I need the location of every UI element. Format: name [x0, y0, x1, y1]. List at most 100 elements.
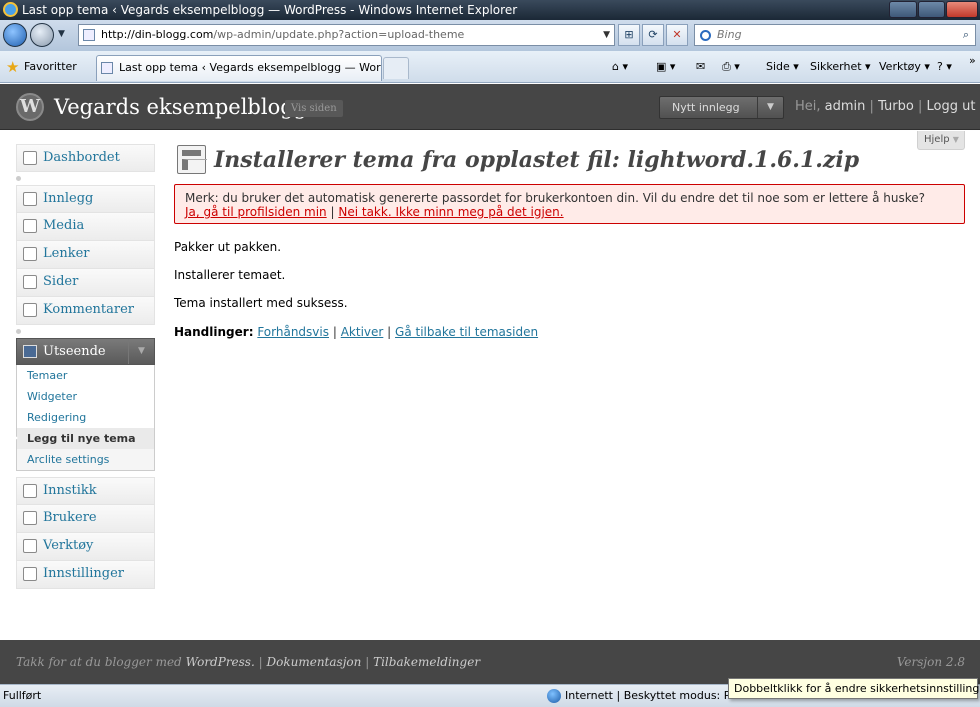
- menu-item-plugins[interactable]: Innstikk: [16, 477, 155, 505]
- activate-link[interactable]: Aktiver: [341, 325, 384, 339]
- maximize-button[interactable]: [918, 1, 945, 18]
- actions-separator: |: [387, 325, 392, 339]
- help-label: Hjelp: [924, 134, 950, 145]
- tools-icon: [23, 539, 37, 553]
- menu-label: Lenker: [43, 246, 90, 261]
- preview-link[interactable]: Forhåndsvis: [257, 325, 329, 339]
- media-icon: [23, 219, 37, 233]
- greeting: Hei,: [795, 99, 821, 114]
- admin-menu: Dashbordet Innlegg Media Lenker Sider Ko…: [13, 144, 155, 589]
- page-menu[interactable]: Side ▾: [766, 58, 799, 76]
- menu-item-settings[interactable]: Innstillinger: [16, 561, 155, 589]
- menu-label: Innstikk: [43, 483, 97, 498]
- favorites-button[interactable]: ★ Favoritter: [4, 57, 77, 77]
- status-tooltip: Dobbeltklikk for å endre sikkerhetsinnst…: [728, 678, 980, 699]
- search-icon[interactable]: ⌕: [963, 25, 969, 45]
- submenu-item-editor[interactable]: Redigering: [17, 407, 154, 428]
- tab-page-icon: [101, 62, 113, 74]
- submenu-item-add-new-theme[interactable]: Legg til nye tema: [13, 428, 154, 449]
- appearance-submenu: Temaer Widgeter Redigering Legg til nye …: [13, 365, 155, 471]
- new-post-dropdown-icon[interactable]: ▼: [757, 97, 783, 118]
- password-notice: Merk: du bruker det automatisk genererte…: [174, 184, 965, 224]
- search-field[interactable]: Bing ⌕: [694, 24, 976, 46]
- menu-item-links[interactable]: Lenker: [16, 241, 155, 269]
- print-icon[interactable]: ⎙ ▾: [722, 58, 740, 76]
- forward-button[interactable]: [30, 23, 54, 47]
- settings-icon: [23, 567, 37, 581]
- menu-item-dashboard[interactable]: Dashbordet: [16, 144, 155, 172]
- history-dropdown-icon[interactable]: ▼: [58, 29, 65, 39]
- footer-separator: |: [365, 655, 370, 669]
- plugins-icon: [23, 484, 37, 498]
- back-to-themes-link[interactable]: Gå tilbake til temasiden: [395, 325, 538, 339]
- actions-row: Handlinger: Forhåndsvis | Aktiver | Gå t…: [174, 324, 538, 340]
- menu-item-appearance[interactable]: Utseende ▼: [16, 338, 155, 365]
- new-tab-button[interactable]: [383, 57, 409, 79]
- footer-wordpress-link[interactable]: WordPress.: [186, 655, 255, 669]
- globe-icon: [547, 689, 561, 703]
- window-titlebar: Last opp tema ‹ Vegards eksempelblogg — …: [0, 0, 980, 20]
- footer-feedback-link[interactable]: Tilbakemeldinger: [373, 655, 480, 669]
- menu-item-pages[interactable]: Sider: [16, 269, 155, 297]
- submenu-item-themes[interactable]: Temaer: [17, 365, 154, 386]
- menu-item-users[interactable]: Brukere: [16, 505, 155, 533]
- page-title: Installerer tema fra opplastet fil: ligh…: [214, 147, 860, 173]
- tools-menu[interactable]: Verktøy ▾: [879, 58, 930, 76]
- home-icon[interactable]: ⌂ ▾: [612, 58, 628, 76]
- user-link[interactable]: admin: [825, 99, 866, 114]
- security-zone[interactable]: Internett | Beskyttet modus: På: [545, 685, 737, 707]
- progress-success: Tema installert med suksess.: [174, 296, 348, 310]
- comments-icon: [23, 303, 37, 317]
- safety-menu[interactable]: Sikkerhet ▾: [810, 58, 871, 76]
- user-nav-separator: |: [917, 99, 923, 114]
- submenu-toggle-icon[interactable]: ▼: [128, 339, 154, 364]
- pages-icon: [23, 275, 37, 289]
- mail-icon[interactable]: ✉: [696, 58, 705, 76]
- menu-separator: [16, 172, 155, 185]
- menu-item-comments[interactable]: Kommentarer: [16, 297, 155, 325]
- favorites-star-icon: ★: [6, 58, 20, 76]
- menu-label: Innlegg: [43, 191, 94, 206]
- minimize-button[interactable]: [889, 1, 917, 18]
- menu-item-media[interactable]: Media: [16, 213, 155, 241]
- visit-site-button[interactable]: Vis siden: [285, 100, 343, 117]
- notice-profile-link[interactable]: Ja, gå til profilsiden min: [185, 205, 327, 219]
- back-button[interactable]: [3, 23, 27, 47]
- appearance-page-icon: [177, 145, 207, 174]
- more-chevron-icon[interactable]: »: [969, 52, 976, 70]
- submenu-item-widgets[interactable]: Widgeter: [17, 386, 154, 407]
- turbo-link[interactable]: Turbo: [878, 99, 914, 114]
- appearance-icon: [23, 345, 37, 358]
- help-dropdown-icon: ▼: [952, 135, 959, 144]
- status-text: Fullført: [3, 689, 42, 702]
- help-menu-icon[interactable]: ? ▾: [937, 58, 952, 76]
- menu-item-tools[interactable]: Verktøy: [16, 533, 155, 561]
- compatibility-view-icon[interactable]: ⊞: [618, 24, 640, 46]
- feeds-icon[interactable]: ▣ ▾: [656, 58, 675, 76]
- help-tab[interactable]: Hjelp ▼: [917, 131, 965, 150]
- new-post-button[interactable]: Nytt innlegg ▼: [659, 96, 784, 119]
- blog-name: Vegards eksempelblogg: [54, 95, 308, 119]
- stop-icon[interactable]: ✕: [666, 24, 688, 46]
- logout-link[interactable]: Logg ut: [927, 99, 976, 114]
- ie-logo-icon: [3, 2, 18, 17]
- url-path: /wp-admin/update.php?action=upload-theme: [213, 28, 465, 41]
- dashboard-icon: [23, 151, 37, 165]
- footer-docs-link[interactable]: Dokumentasjon: [267, 655, 362, 669]
- close-window-button[interactable]: [946, 1, 978, 18]
- address-field[interactable]: http://din-blogg.com/wp-admin/update.php…: [78, 24, 615, 46]
- refresh-icon[interactable]: ⟳: [642, 24, 664, 46]
- menu-item-posts[interactable]: Innlegg: [16, 185, 155, 213]
- posts-icon: [23, 192, 37, 206]
- browser-tab[interactable]: Last opp tema ‹ Vegards eksempelblogg — …: [96, 55, 382, 81]
- address-dropdown-icon[interactable]: ▼: [603, 25, 610, 45]
- menu-label: Utseende: [43, 344, 106, 359]
- notice-dismiss-link[interactable]: Nei takk. Ikke minn meg på det igjen.: [338, 205, 563, 219]
- url-host: http://din-blogg.com: [101, 28, 214, 41]
- menu-label: Sider: [43, 274, 79, 289]
- submenu-item-arclite-settings[interactable]: Arclite settings: [17, 449, 154, 470]
- actions-label: Handlinger:: [174, 325, 254, 339]
- menu-label: Kommentarer: [43, 302, 135, 317]
- menu-separator: [16, 325, 155, 338]
- notice-text: Merk: du bruker det automatisk genererte…: [185, 191, 925, 205]
